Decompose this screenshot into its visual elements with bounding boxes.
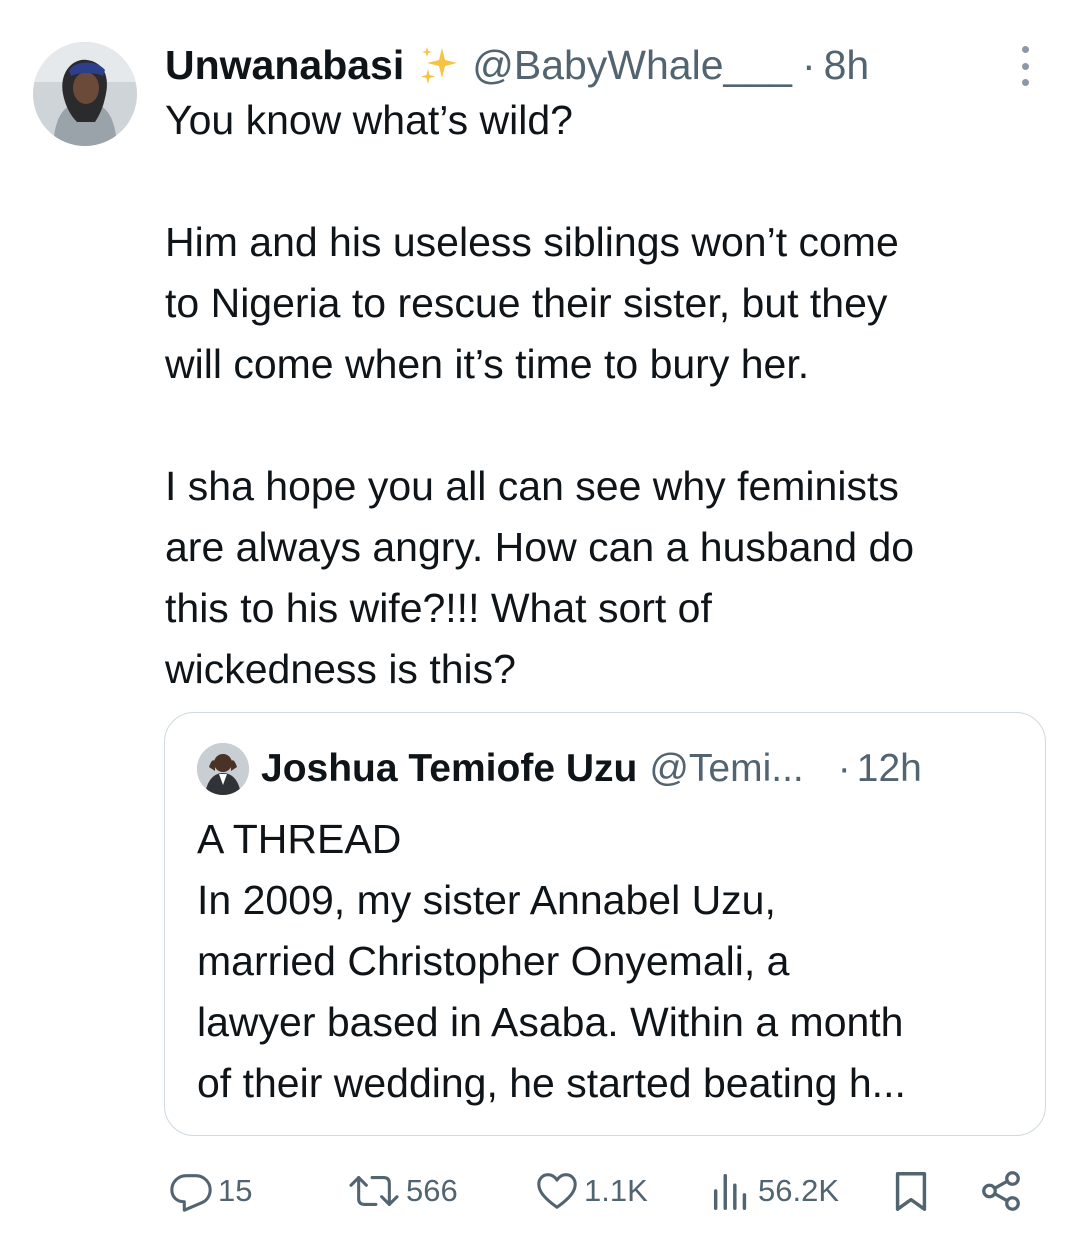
tweet-text-line: Him and his useless siblings won’t come bbox=[165, 219, 899, 265]
header-separator: · bbox=[801, 42, 816, 88]
author-avatar[interactable] bbox=[33, 42, 137, 146]
reply-icon bbox=[168, 1168, 214, 1214]
views-icon bbox=[708, 1168, 754, 1214]
quoted-author-avatar bbox=[197, 743, 249, 795]
views-button[interactable]: 56.2K bbox=[708, 1166, 839, 1216]
quoted-tweet-header: Joshua Temiofe Uzu @Temi... · 12h bbox=[197, 743, 922, 795]
more-icon[interactable] bbox=[1010, 46, 1040, 86]
reply-count: 15 bbox=[218, 1173, 253, 1208]
reply-button[interactable]: 15 bbox=[168, 1166, 252, 1216]
tweet-text-line: to Nigeria to rescue their sister, but t… bbox=[165, 280, 888, 326]
quoted-text-line: A THREAD bbox=[197, 816, 402, 862]
share-button[interactable] bbox=[978, 1166, 1024, 1216]
bookmark-icon bbox=[888, 1168, 934, 1214]
quoted-text-line: lawyer based in Asaba. Within a month bbox=[197, 999, 904, 1045]
tweet-action-bar: 15 566 1.1K 56.2K bbox=[0, 1166, 1080, 1216]
tweet-text-line: are always angry. How can a husband do bbox=[165, 524, 915, 570]
more-dot bbox=[1021, 79, 1029, 86]
quoted-header-separator: · bbox=[837, 747, 851, 790]
quoted-author-handle: @Temi... bbox=[649, 747, 804, 790]
repost-button[interactable]: 566 bbox=[346, 1166, 458, 1216]
quoted-tweet-card[interactable]: Joshua Temiofe Uzu @Temi... · 12h A THRE… bbox=[164, 712, 1046, 1136]
quoted-tweet-body: A THREAD In 2009, my sister Annabel Uzu,… bbox=[197, 809, 1027, 1114]
tweet-text-line: I sha hope you all can see why feminists bbox=[165, 463, 899, 509]
repost-count: 566 bbox=[406, 1173, 458, 1208]
quoted-author-display-name: Joshua Temiofe Uzu bbox=[261, 747, 638, 790]
tweet-text-line: will come when it’s time to bury her. bbox=[165, 341, 810, 387]
quoted-text-line: married Christopher Onyemali, a bbox=[197, 938, 790, 984]
views-count: 56.2K bbox=[758, 1173, 840, 1208]
bookmark-button[interactable] bbox=[888, 1166, 934, 1216]
quoted-text-line: In 2009, my sister Annabel Uzu, bbox=[197, 877, 776, 923]
author-display-name[interactable]: Unwanabasi bbox=[165, 38, 404, 92]
tweet-timestamp[interactable]: 8h bbox=[824, 38, 870, 92]
author-handle[interactable]: @BabyWhale___ bbox=[472, 38, 792, 92]
quoted-tweet-timestamp: 12h bbox=[856, 747, 922, 790]
more-dot bbox=[1021, 46, 1029, 53]
tweet-body: You know what’s wild? Him and his useles… bbox=[165, 90, 1045, 700]
like-button[interactable]: 1.1K bbox=[534, 1166, 648, 1216]
quoted-text-line: of their wedding, he started beating h..… bbox=[197, 1060, 906, 1106]
tweet-text-line: this to his wife?!!! What sort of bbox=[165, 585, 712, 631]
like-icon bbox=[534, 1168, 580, 1214]
sparkle-icon bbox=[418, 44, 460, 86]
tweet-text-line: You know what’s wild? bbox=[165, 97, 573, 143]
tweet-header: Unwanabasi @BabyWhale___ · 8h bbox=[165, 38, 869, 92]
more-dot bbox=[1021, 62, 1029, 70]
like-count: 1.1K bbox=[584, 1173, 648, 1208]
repost-icon bbox=[346, 1168, 402, 1214]
tweet-text-line: wickedness is this? bbox=[165, 646, 516, 692]
share-icon bbox=[978, 1168, 1024, 1214]
